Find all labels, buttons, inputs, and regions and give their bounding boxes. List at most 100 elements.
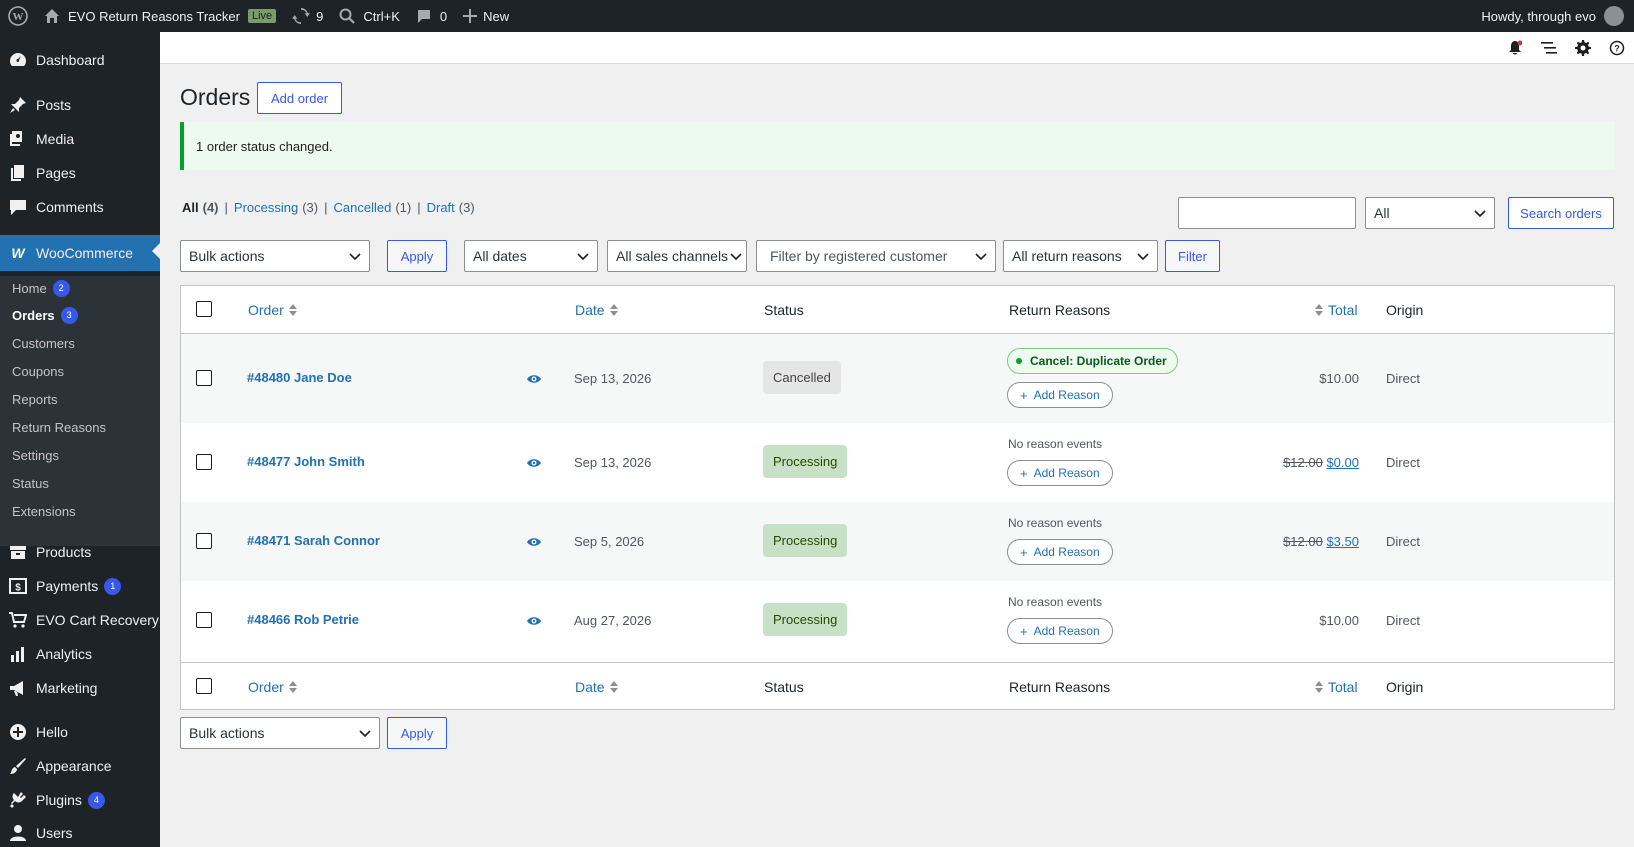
sales-channel-select[interactable]: All sales channels bbox=[607, 240, 747, 272]
submenu-reports[interactable]: Reports bbox=[12, 388, 58, 410]
column-date[interactable]: Date bbox=[575, 679, 619, 695]
view-processing[interactable]: Processing (3) bbox=[234, 200, 318, 215]
apply-bulk-button-bottom[interactable]: Apply bbox=[387, 717, 447, 749]
table-row[interactable]: #48477 John Smith Sep 13, 2026 Processin… bbox=[181, 423, 1614, 502]
bulk-actions-select[interactable]: Bulk actions bbox=[180, 240, 370, 272]
search-orders-input[interactable] bbox=[1178, 197, 1356, 229]
preview-eye-icon[interactable] bbox=[526, 613, 542, 629]
return-reasons-filter-select[interactable]: All return reasons bbox=[1003, 240, 1158, 272]
menu-pages[interactable]: Pages bbox=[0, 157, 160, 189]
table-row[interactable]: #48466 Rob Petrie Aug 27, 2026 Processin… bbox=[181, 581, 1614, 662]
menu-plugins[interactable]: Plugins 4 bbox=[0, 784, 160, 816]
preview-eye-icon[interactable] bbox=[526, 534, 542, 550]
filter-button[interactable]: Filter bbox=[1165, 240, 1220, 272]
menu-woocommerce-label: WooCommerce bbox=[36, 245, 133, 261]
menu-dashboard[interactable]: Dashboard bbox=[0, 44, 160, 76]
table-row[interactable]: #48480 Jane Doe Sep 13, 2026 Cancelled C… bbox=[181, 334, 1614, 423]
plus-icon bbox=[463, 9, 478, 23]
media-icon bbox=[8, 129, 28, 149]
chevron-down-icon bbox=[1137, 253, 1149, 261]
sort-icon bbox=[288, 680, 298, 694]
submenu-coupons[interactable]: Coupons bbox=[12, 360, 64, 382]
bell-icon[interactable] bbox=[1507, 40, 1523, 56]
bulk-actions-select-bottom[interactable]: Bulk actions bbox=[180, 717, 380, 749]
sales-channel-value: All sales channels bbox=[616, 248, 729, 264]
row-checkbox[interactable] bbox=[196, 370, 212, 386]
menu-products[interactable]: Products bbox=[0, 536, 160, 568]
menu-users[interactable]: Users bbox=[0, 817, 160, 847]
view-separator: | bbox=[224, 200, 228, 215]
submenu-settings[interactable]: Settings bbox=[12, 444, 59, 466]
column-order[interactable]: Order bbox=[248, 302, 298, 318]
svg-text:W: W bbox=[11, 246, 26, 260]
order-link[interactable]: #48480 Jane Doe bbox=[247, 370, 352, 385]
search-orders-button[interactable]: Search orders bbox=[1508, 197, 1614, 229]
order-link[interactable]: #48471 Sarah Connor bbox=[247, 533, 380, 548]
select-all-checkbox[interactable] bbox=[196, 678, 212, 694]
live-badge: Live bbox=[247, 9, 277, 23]
menu-marketing[interactable]: Marketing bbox=[0, 672, 160, 704]
activity-list-icon[interactable] bbox=[1541, 40, 1557, 56]
chevron-down-icon bbox=[359, 730, 371, 738]
column-total[interactable]: Total bbox=[1314, 302, 1358, 318]
menu-posts[interactable]: Posts bbox=[0, 89, 160, 121]
menu-evo-cart-recovery[interactable]: EVO Cart Recovery bbox=[0, 604, 160, 636]
select-all-checkbox[interactable] bbox=[196, 301, 212, 317]
submenu-orders[interactable]: Orders 3 bbox=[12, 304, 78, 326]
order-link[interactable]: #48477 John Smith bbox=[247, 454, 365, 469]
submenu-customers[interactable]: Customers bbox=[12, 332, 75, 354]
add-order-button[interactable]: Add order bbox=[257, 82, 342, 114]
wordpress-logo-icon[interactable]: W bbox=[0, 0, 36, 32]
view-all[interactable]: All (4) bbox=[182, 200, 219, 215]
column-total[interactable]: Total bbox=[1314, 679, 1358, 695]
order-date: Sep 13, 2026 bbox=[574, 455, 652, 470]
help-icon[interactable]: ? bbox=[1609, 40, 1625, 56]
order-link[interactable]: #48466 Rob Petrie bbox=[247, 612, 359, 627]
command-search[interactable]: Ctrl+K bbox=[331, 0, 407, 32]
add-reason-button[interactable]: + Add Reason bbox=[1007, 618, 1113, 644]
new-content-link[interactable]: New bbox=[455, 0, 517, 32]
menu-analytics[interactable]: Analytics bbox=[0, 638, 160, 670]
menu-hello[interactable]: Hello bbox=[0, 716, 160, 748]
row-checkbox[interactable] bbox=[196, 533, 212, 549]
submenu-status[interactable]: Status bbox=[12, 472, 49, 494]
order-total: $10.00 bbox=[1319, 371, 1359, 386]
customer-filter-select[interactable]: Filter by registered customer bbox=[756, 240, 996, 272]
menu-comments[interactable]: Comments bbox=[0, 191, 160, 223]
submenu-orders-label: Orders bbox=[12, 307, 55, 323]
menu-media[interactable]: Media bbox=[0, 123, 160, 155]
preview-eye-icon[interactable] bbox=[526, 455, 542, 471]
search-icon bbox=[339, 8, 356, 24]
site-name-link[interactable]: EVO Return Reasons Tracker Live bbox=[36, 0, 284, 32]
search-filter-select[interactable]: All bbox=[1365, 197, 1495, 229]
no-reason-events: No reason events bbox=[1008, 516, 1103, 530]
submenu-home[interactable]: Home 2 bbox=[12, 277, 70, 299]
add-reason-button[interactable]: + Add Reason bbox=[1007, 460, 1113, 486]
add-reason-button[interactable]: + Add Reason bbox=[1007, 382, 1113, 408]
apply-bulk-button[interactable]: Apply bbox=[387, 240, 447, 272]
view-all-count: (4) bbox=[202, 200, 219, 215]
preview-eye-icon[interactable] bbox=[526, 371, 542, 387]
submenu-extensions[interactable]: Extensions bbox=[12, 500, 76, 522]
menu-hello-label: Hello bbox=[36, 724, 68, 740]
date-filter-select[interactable]: All dates bbox=[464, 240, 598, 272]
table-row[interactable]: #48471 Sarah Connor Sep 5, 2026 Processi… bbox=[181, 502, 1614, 581]
view-draft[interactable]: Draft (3) bbox=[427, 200, 475, 215]
column-date[interactable]: Date bbox=[575, 302, 619, 318]
row-checkbox[interactable] bbox=[196, 454, 212, 470]
page-title: Orders bbox=[180, 84, 251, 110]
row-checkbox[interactable] bbox=[196, 612, 212, 628]
menu-payments[interactable]: $ Payments 1 bbox=[0, 570, 160, 602]
updates-link[interactable]: 9 bbox=[284, 0, 331, 32]
view-cancelled[interactable]: Cancelled (1) bbox=[334, 200, 412, 215]
menu-appearance[interactable]: Appearance bbox=[0, 750, 160, 782]
comments-link[interactable]: 0 bbox=[408, 0, 455, 32]
column-order-label: Order bbox=[248, 679, 284, 695]
column-order[interactable]: Order bbox=[248, 679, 298, 695]
menu-woocommerce[interactable]: W WooCommerce bbox=[0, 235, 160, 271]
add-reason-button[interactable]: + Add Reason bbox=[1007, 539, 1113, 565]
my-account[interactable]: Howdy, through evo bbox=[1473, 0, 1634, 32]
gear-icon[interactable] bbox=[1575, 40, 1591, 56]
submenu-return-reasons[interactable]: Return Reasons bbox=[12, 416, 106, 438]
column-date-label: Date bbox=[575, 679, 605, 695]
